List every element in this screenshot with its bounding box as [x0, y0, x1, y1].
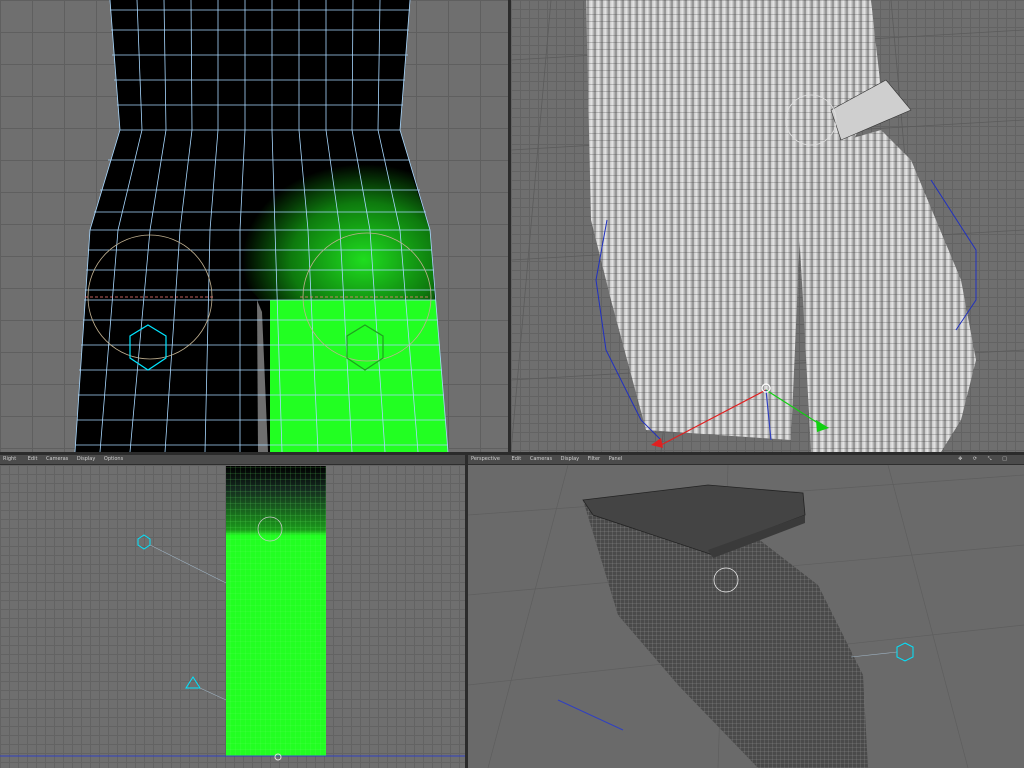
viewport-right[interactable]: Right Edit Cameras Display Options — [0, 455, 465, 768]
viewport-perspective-top[interactable] — [511, 0, 1024, 452]
perspective-leg-canvas — [511, 0, 1024, 452]
locator-hexagon — [137, 534, 151, 550]
viewport-perspective[interactable]: Perspective Edit Cameras Display Filter … — [468, 455, 1024, 768]
weight-paint-leg — [270, 300, 448, 452]
front-mesh-canvas — [74, 0, 449, 452]
viewport-front[interactable] — [0, 0, 508, 452]
leg-mesh-right — [796, 130, 976, 452]
weight-paint-hip — [232, 140, 435, 300]
locator-triangle — [185, 676, 201, 689]
perspective-canvas — [468, 464, 1024, 768]
right-view-canvas — [0, 466, 465, 761]
